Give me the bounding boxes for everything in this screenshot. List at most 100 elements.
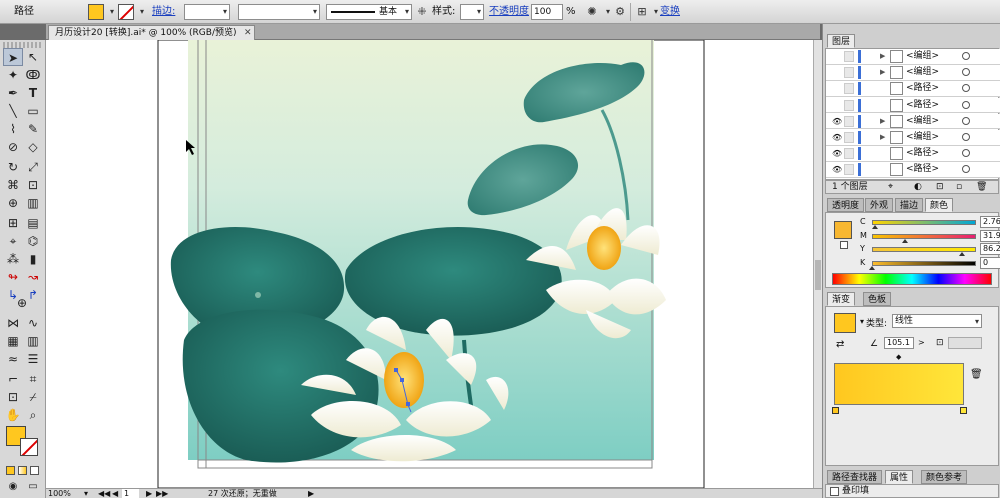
lock-toggle[interactable] — [844, 148, 854, 160]
eye-icon[interactable]: 👁 — [832, 162, 842, 177]
target-circle-icon[interactable] — [962, 133, 970, 141]
document-tab[interactable]: 月历设计20 [转换].ai* @ 100% (RGB/预览) ✕ — [48, 25, 256, 40]
channel-value-input[interactable]: 86.25 — [980, 243, 1000, 255]
live-paint-tool-icon[interactable]: ▥ — [23, 194, 43, 212]
trash-icon[interactable]: 🗑 — [970, 369, 983, 380]
new-layer-icon[interactable]: ▫ — [956, 181, 962, 193]
status-menu-icon[interactable]: ▶ — [308, 489, 314, 498]
layer-row[interactable]: ▶ <编组> — [826, 65, 1000, 81]
layer-row[interactable]: 👁 <路径> — [826, 162, 1000, 178]
eyedropper-tool-icon[interactable]: ⌖ — [3, 232, 23, 250]
recolor-artwork-icon[interactable]: ✺ — [584, 4, 600, 20]
slider-knob[interactable] — [902, 238, 909, 243]
vertical-scrollbar[interactable] — [813, 40, 822, 488]
zoom-level[interactable]: 100% — [48, 489, 71, 498]
channel-slider[interactable] — [872, 233, 976, 239]
lock-toggle[interactable] — [844, 132, 854, 143]
gradient-angle-input[interactable]: 105.1 — [884, 337, 914, 349]
free-transform-tool-icon[interactable]: ⊡ — [23, 176, 43, 194]
align-tool-icon[interactable]: ☰ — [23, 350, 43, 368]
eye-icon[interactable]: 👁 — [832, 130, 842, 145]
target-circle-icon[interactable] — [962, 149, 970, 158]
knife-tool-icon[interactable]: ∿ — [23, 314, 43, 332]
gradient-midpoint-marker[interactable]: ◆ — [896, 353, 901, 361]
draw-normal-icon[interactable]: ◉ — [3, 478, 23, 496]
reshape-tool-icon[interactable]: ↝ — [23, 268, 43, 286]
gradient-stop-start[interactable] — [832, 407, 839, 414]
slider-knob[interactable] — [871, 225, 878, 229]
eyedropper-icon[interactable]: ⌐ — [3, 370, 23, 388]
type-tool-icon[interactable]: T — [23, 84, 43, 102]
color-stroke-swatch[interactable] — [840, 241, 848, 249]
rectangle-tool-icon[interactable]: ▭ — [23, 102, 43, 120]
previous-artboard-icon[interactable]: ◀ — [112, 489, 118, 498]
rotate-tool-icon[interactable]: ↻ — [3, 158, 23, 176]
eye-icon[interactable]: 👁 — [832, 114, 842, 129]
scale-tool-icon[interactable]: ⤢ — [23, 158, 43, 176]
transform-link[interactable]: 变换 — [660, 3, 680, 21]
target-circle-icon[interactable] — [962, 68, 970, 77]
close-icon[interactable]: ✕ — [244, 26, 252, 40]
tab-attributes[interactable]: 属性 — [885, 470, 914, 484]
pen-tool-icon[interactable]: ✒ — [3, 84, 23, 102]
lock-toggle[interactable] — [844, 115, 854, 127]
lock-toggle[interactable] — [844, 164, 854, 176]
chevron-right-icon[interactable]: > — [918, 338, 925, 347]
chevron-down-icon[interactable]: ▾ — [134, 4, 150, 20]
tab-layers[interactable]: 图层 — [827, 34, 856, 48]
eraser-tool-icon[interactable]: ◇ — [23, 138, 43, 156]
pencil-tool-icon[interactable]: ✎ — [23, 120, 43, 138]
arrange-icon[interactable]: ⁜ — [414, 4, 430, 20]
lock-toggle[interactable] — [844, 51, 854, 62]
artboard-number[interactable]: 1 — [122, 489, 140, 498]
target-circle-icon[interactable] — [962, 116, 970, 125]
aspect-ratio-input[interactable] — [948, 337, 982, 349]
gradient-type-dropdown[interactable]: 线性 ▾ — [892, 314, 982, 328]
lock-toggle[interactable] — [844, 67, 854, 79]
channel-value-input[interactable]: 0 — [980, 256, 1000, 269]
stroke-swatch-large[interactable] — [20, 438, 38, 456]
zoom-tool-icon[interactable]: ⌕ — [23, 406, 43, 424]
layer-row[interactable]: <路径> — [826, 97, 1000, 114]
artboard-origin-icon[interactable]: ⊕ — [12, 294, 32, 312]
target-circle-icon[interactable] — [962, 165, 970, 174]
tab-swatches[interactable]: 色板 — [863, 292, 892, 306]
stroke-weight-dropdown[interactable]: ▾ — [184, 4, 230, 20]
measure-tool-icon[interactable]: ⌗ — [23, 370, 43, 388]
slider-knob[interactable] — [958, 252, 965, 256]
opacity-label-link[interactable]: 不透明度 — [489, 3, 529, 21]
new-sublayer-icon[interactable]: ⊡ — [936, 181, 944, 193]
tab-color[interactable]: 颜色 — [925, 198, 954, 212]
artboard-tool-icon[interactable]: ⊡ — [3, 388, 23, 406]
eye-icon[interactable]: 👁 — [832, 146, 842, 161]
last-artboard-icon[interactable]: ▶▶ — [156, 489, 168, 498]
column-graph-tool-icon[interactable]: ▮ — [23, 250, 43, 268]
selection-tool-icon[interactable]: ➤ — [3, 48, 23, 66]
lasso-tool-icon[interactable]: ↂ — [23, 66, 43, 84]
brush-definition-dropdown[interactable]: 基本 ▾ — [326, 4, 412, 20]
reverse-gradient-icon[interactable]: ⇄ — [836, 339, 844, 350]
layer-row[interactable]: 👁 <路径> — [826, 146, 1000, 162]
none-mode-swatch[interactable] — [30, 466, 39, 475]
width-tool-icon[interactable]: ↬ — [3, 268, 23, 286]
chevron-down-icon[interactable]: ▾ — [860, 317, 864, 326]
tab-color-guide[interactable]: 颜色参考 — [921, 470, 968, 484]
overprint-checkbox[interactable] — [830, 487, 839, 496]
tab-gradient[interactable]: 渐变 — [827, 292, 856, 306]
direct-selection-tool-icon[interactable]: ↖ — [23, 48, 43, 66]
stroke-label-link[interactable]: 描边: — [152, 3, 175, 21]
channel-slider[interactable] — [872, 220, 976, 225]
make-clipping-mask-icon[interactable]: ◐ — [914, 181, 922, 193]
channel-slider[interactable] — [872, 260, 976, 266]
target-circle-icon[interactable] — [962, 84, 970, 93]
width-profile-tool-icon[interactable]: ≈ — [3, 350, 23, 368]
slider-knob[interactable] — [869, 265, 875, 270]
next-artboard-icon[interactable]: ▶ — [146, 489, 152, 498]
variable-width-dropdown[interactable]: ▾ — [238, 4, 320, 20]
slice-tool-icon[interactable]: ⋈ — [3, 314, 23, 332]
opacity-input[interactable]: 100 — [531, 4, 563, 20]
gradient-mode-swatch[interactable] — [18, 466, 27, 475]
target-circle-icon[interactable] — [962, 52, 970, 60]
stroke-color-swatch[interactable] — [118, 4, 134, 20]
layer-row[interactable]: <路径> — [826, 81, 1000, 97]
